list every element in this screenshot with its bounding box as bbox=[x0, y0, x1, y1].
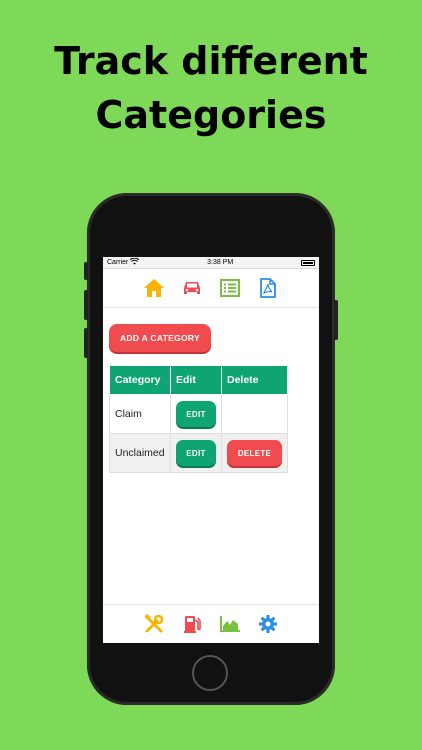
volume-up-button bbox=[84, 290, 88, 320]
table-row: Claim EDIT bbox=[109, 394, 288, 434]
fuel-icon[interactable] bbox=[181, 613, 203, 635]
time-label: 3:38 PM bbox=[207, 259, 234, 266]
headline-line2: Categories bbox=[95, 93, 327, 137]
home-button[interactable] bbox=[192, 655, 228, 691]
carrier-label: Carrier bbox=[107, 259, 129, 266]
mute-switch bbox=[84, 262, 88, 280]
add-category-button[interactable]: ADD A CATEGORY bbox=[109, 324, 211, 352]
power-button bbox=[334, 300, 338, 340]
table-row: Unclaimed EDIT DELETE bbox=[109, 433, 288, 473]
gear-icon[interactable] bbox=[257, 613, 279, 635]
home-icon[interactable] bbox=[143, 277, 165, 299]
edit-cell: EDIT bbox=[170, 433, 222, 473]
category-table: Category Edit Delete Claim EDIT Unclaime… bbox=[109, 365, 288, 473]
edit-cell: EDIT bbox=[170, 394, 222, 434]
tools-icon[interactable] bbox=[143, 613, 165, 635]
category-name: Claim bbox=[109, 394, 171, 434]
top-nav bbox=[103, 269, 319, 308]
chart-icon[interactable] bbox=[219, 613, 241, 635]
header-delete: Delete bbox=[221, 365, 288, 395]
pdf-icon[interactable] bbox=[257, 277, 279, 299]
table-header-row: Category Edit Delete bbox=[109, 365, 288, 395]
headline: Track different Categories bbox=[0, 34, 422, 142]
list-icon[interactable] bbox=[219, 277, 241, 299]
volume-down-button bbox=[84, 328, 88, 358]
header-edit: Edit bbox=[170, 365, 222, 395]
app-screen: Carrier 3:38 PM ADD A CATEGORY Category … bbox=[103, 257, 319, 643]
bottom-nav bbox=[103, 604, 319, 643]
edit-button[interactable]: EDIT bbox=[176, 440, 216, 466]
headline-line1: Track different bbox=[54, 39, 368, 83]
delete-cell: DELETE bbox=[221, 433, 288, 473]
car-icon[interactable] bbox=[181, 277, 203, 299]
delete-cell bbox=[221, 394, 288, 434]
delete-button[interactable]: DELETE bbox=[227, 440, 282, 466]
wifi-icon bbox=[130, 257, 140, 267]
battery-icon bbox=[301, 259, 315, 266]
category-name: Unclaimed bbox=[109, 433, 171, 473]
edit-button[interactable]: EDIT bbox=[176, 401, 216, 427]
status-bar: Carrier 3:38 PM bbox=[103, 257, 319, 269]
header-category: Category bbox=[109, 365, 171, 395]
